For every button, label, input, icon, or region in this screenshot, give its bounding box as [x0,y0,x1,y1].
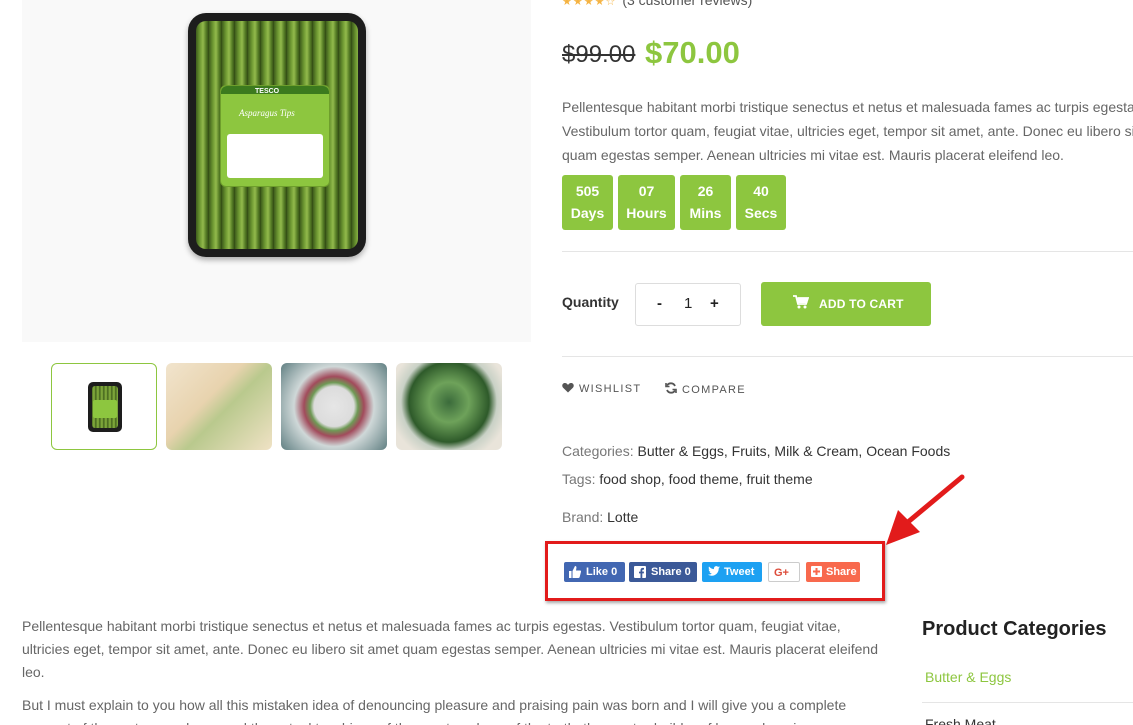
add-to-cart-label: ADD TO CART [819,297,904,311]
countdown-unit: Secs [744,205,778,221]
google-plus-button[interactable]: G+ [768,562,800,582]
countdown-value: 505 [575,183,600,199]
compare-link[interactable]: COMPARE [665,382,746,396]
description-line: Pellentesque habitant morbi tristique se… [562,99,1133,115]
facebook-share-button[interactable]: Share 0 [629,562,697,582]
old-price: $99.00 [562,41,636,68]
countdown-value: 07 [638,183,655,199]
asparagus-package-image: TESCO Asparagus Tips [188,13,366,257]
countdown-secs: 40 Secs [736,175,786,230]
facebook-icon [634,566,646,578]
package-brand: TESCO [255,88,280,95]
countdown-unit: Days [570,205,605,221]
quantity-decrease-button[interactable]: - [657,295,662,312]
sale-price: $70.00 [645,35,740,70]
countdown-unit: Mins [689,205,722,221]
compare-label: COMPARE [682,384,746,396]
sidebar-item-fresh-meat[interactable]: Fresh Meat [925,716,996,725]
annotation-arrow-icon [886,474,965,545]
wishlist-link[interactable]: WISHLIST [562,382,641,395]
quantity-label: Quantity [562,294,619,310]
description-line: quam egestas semper. Aenean ultricies mi… [562,147,1064,163]
product-tags: Tags: food shop, food theme, fruit theme [562,471,813,487]
product-categories: Categories: Butter & Eggs, Fruits, Milk … [562,443,950,459]
brand-label: Brand: [562,509,604,525]
brand-link[interactable]: Lotte [607,509,638,525]
long-description-paragraph: But I must explain to you how all this m… [22,697,847,725]
addthis-share-button[interactable]: Share [806,562,860,582]
quantity-stepper: - 1 + [635,283,741,326]
twitter-bird-icon [708,566,720,576]
plus-icon [811,566,822,577]
countdown-mins: 26 Mins [680,175,731,230]
thumbnail-4[interactable] [396,363,502,450]
description-line: Vestibulum tortor quam, feugiat vitae, u… [562,123,1133,139]
sidebar-title: Product Categories [922,618,1107,640]
countdown-value: 26 [697,183,714,199]
divider [562,251,1133,252]
package-label: TESCO Asparagus Tips [220,85,330,187]
add-to-cart-button[interactable]: ADD TO CART [761,282,931,326]
thumbnail-2[interactable] [166,363,272,450]
thumbs-up-icon [569,566,581,578]
long-description-paragraph: Pellentesque habitant morbi tristique se… [22,618,878,680]
google-plus-icon: G+ [774,567,789,579]
categories-label: Categories: [562,443,634,459]
categories-links[interactable]: Butter & Eggs, Fruits, Milk & Cream, Oce… [637,443,950,459]
facebook-share-label: Share 0 [651,566,691,578]
facebook-like-button[interactable]: Like 0 [564,562,625,582]
facebook-like-label: Like 0 [586,566,618,578]
product-rating: ★★★★☆ (3 customer reviews) [562,0,752,8]
quantity-input[interactable]: 1 [684,295,692,312]
quantity-increase-button[interactable]: + [710,295,719,312]
divider [562,356,1133,357]
countdown-value: 40 [753,183,769,199]
countdown-days: 505 Days [562,175,613,230]
heart-icon [562,383,574,393]
thumbnail-1[interactable] [51,363,157,450]
thumbnail-3[interactable] [281,363,387,450]
countdown-hours: 07 Hours [618,175,675,230]
product-brand: Brand: Lotte [562,509,638,525]
twitter-tweet-button[interactable]: Tweet [702,562,762,582]
countdown-unit: Hours [626,205,667,221]
star-rating-icon: ★★★★☆ [562,0,617,8]
sidebar-item-butter-eggs[interactable]: Butter & Eggs [925,669,1011,685]
tags-label: Tags: [562,471,596,487]
tweet-label: Tweet [724,566,755,578]
short-description: Pellentesque habitant morbi tristique se… [562,95,1133,167]
addthis-share-label: Share [826,566,857,578]
cart-icon [793,295,809,309]
tags-links[interactable]: food shop, food theme, fruit theme [599,471,812,487]
package-title: Asparagus Tips [239,108,295,118]
divider [922,702,1133,703]
product-main-image[interactable]: TESCO Asparagus Tips [22,0,531,342]
wishlist-label: WISHLIST [579,383,642,395]
refresh-icon [665,382,677,394]
customer-reviews-link[interactable]: (3 customer reviews) [622,0,752,8]
